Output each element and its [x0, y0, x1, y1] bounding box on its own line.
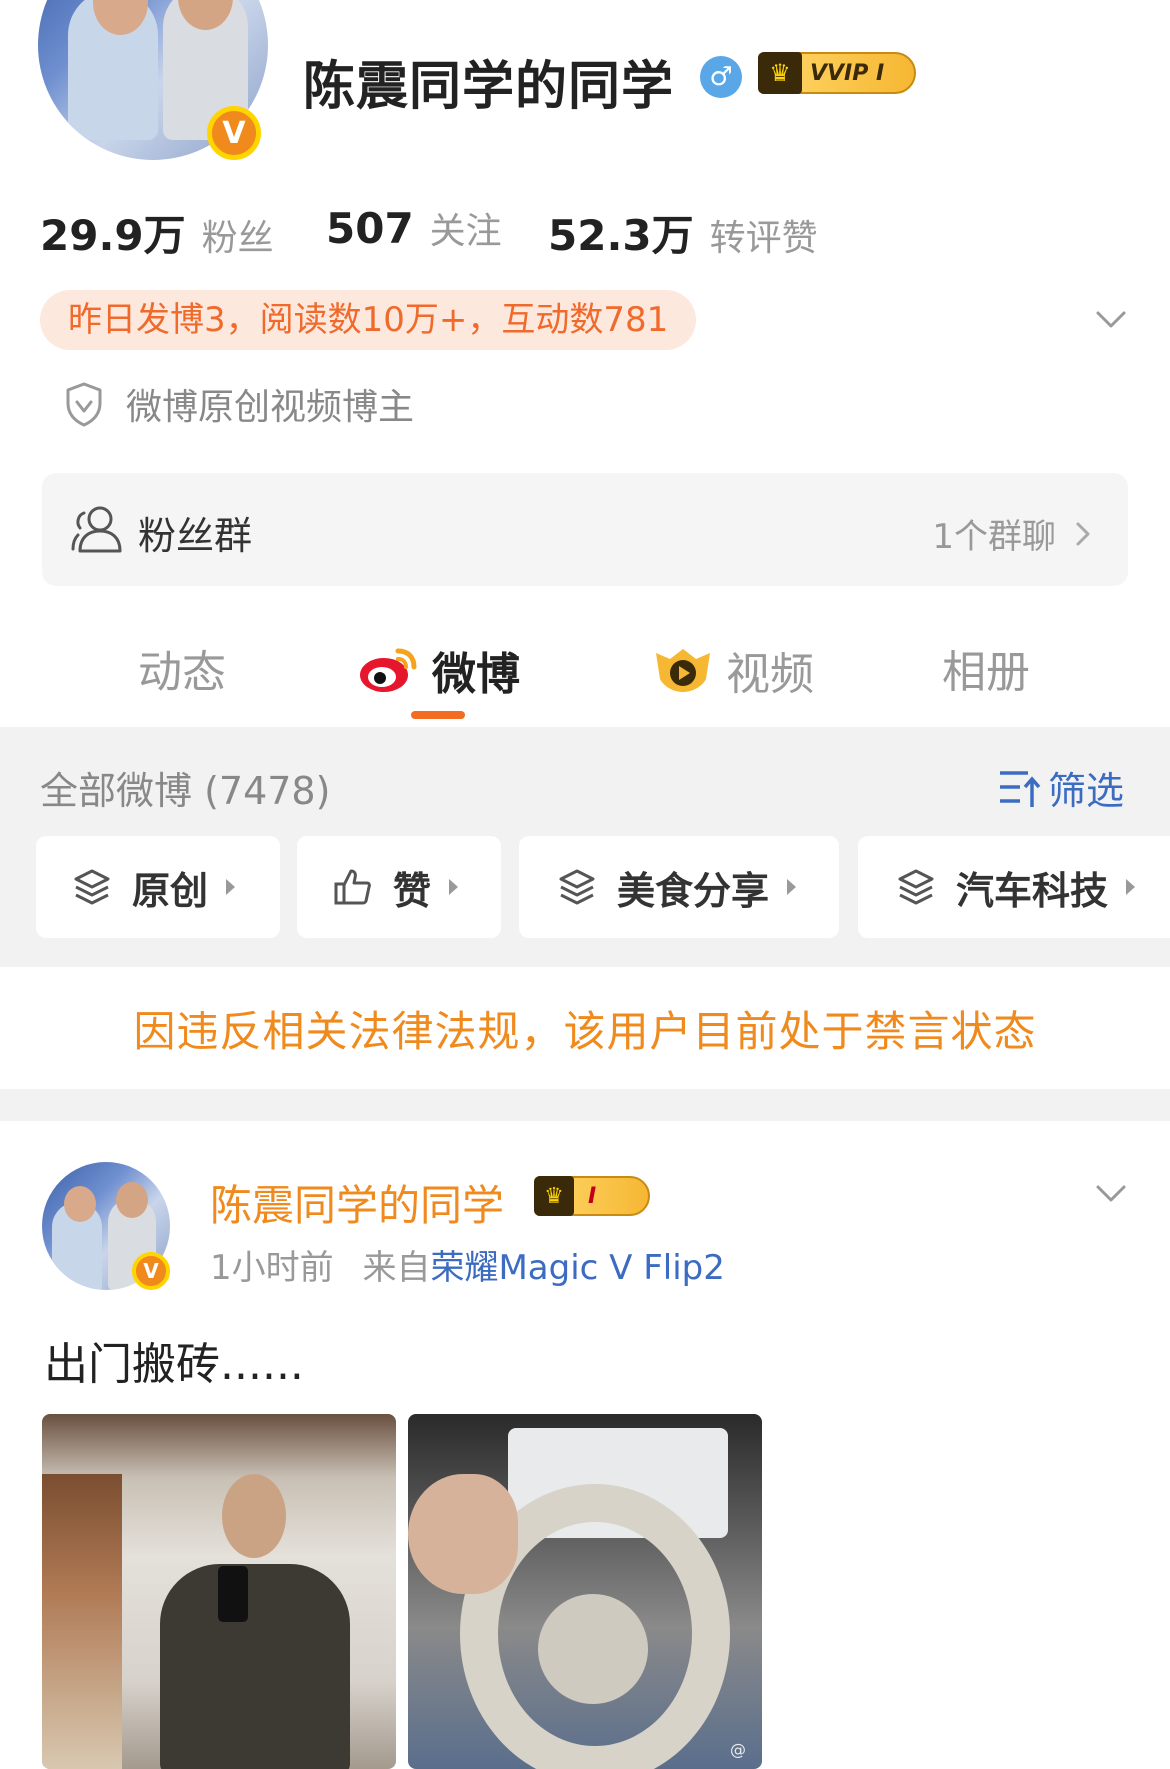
tab-album[interactable]: 相册	[942, 636, 1030, 700]
shield-check-icon	[66, 382, 102, 427]
stat-interactions[interactable]: 52.3万 转评赞	[548, 202, 818, 263]
vip-level-label: I	[588, 1183, 597, 1209]
chip-label: 汽车科技	[956, 868, 1109, 913]
chevron-down-icon[interactable]	[1094, 1176, 1128, 1210]
verified-v-icon: V	[132, 1252, 170, 1290]
post-vip-badge[interactable]: ♛ I	[534, 1176, 650, 1216]
stat-followers[interactable]: 29.9万 粉丝	[40, 202, 274, 263]
stat-label: 关注	[429, 211, 502, 252]
post-source-device[interactable]: 荣耀Magic V Flip2	[430, 1248, 724, 1288]
tab-weibo[interactable]: 微博	[358, 638, 520, 702]
vip-crown-icon: ♛	[758, 52, 802, 94]
video-play-icon	[656, 649, 710, 692]
vip-badge[interactable]: ♛ VVIP I	[758, 52, 916, 94]
fan-group-card[interactable]: 粉丝群 1个群聊	[42, 473, 1128, 586]
vip-level-label: VVIP I	[810, 60, 885, 86]
caret-right-icon	[787, 879, 797, 895]
section-divider	[0, 1089, 1170, 1121]
post-text: 出门搬砖......	[44, 1339, 304, 1390]
chip-label: 赞	[393, 868, 432, 913]
post-image-1[interactable]	[42, 1414, 396, 1769]
filter-button[interactable]: 筛选	[998, 760, 1124, 815]
profile-name: 陈震同学的同学	[303, 57, 675, 117]
post-meta: 1小时前 来自荣耀Magic V Flip2	[210, 1240, 725, 1289]
chip-original[interactable]: 原创	[36, 836, 280, 938]
layers-icon	[898, 869, 934, 905]
verified-v-icon: V	[207, 106, 261, 160]
active-tab-indicator	[411, 711, 465, 719]
thumbs-up-icon	[334, 869, 371, 905]
filter-label: 筛选	[1047, 769, 1124, 813]
chip-label: 原创	[132, 868, 209, 913]
caret-right-icon	[226, 879, 236, 895]
group-users-icon	[71, 506, 122, 553]
tab-video[interactable]: 视频	[652, 638, 814, 702]
ban-notice: 因违反相关法律法规，该用户目前处于禁言状态	[0, 967, 1170, 1089]
weibo-logo-icon	[360, 648, 417, 692]
image-watermark: @	[730, 1740, 746, 1759]
post-time: 1小时前	[210, 1248, 334, 1288]
post-author-name[interactable]: 陈震同学的同学	[210, 1172, 504, 1233]
chip-label: 美食分享	[617, 868, 770, 913]
stat-label: 粉丝	[201, 218, 274, 259]
tab-dynamic[interactable]: 动态	[138, 636, 226, 700]
fan-group-label: 粉丝群	[138, 514, 253, 558]
tab-weibo-label: 微博	[432, 649, 520, 700]
filter-sort-icon	[999, 770, 1041, 807]
creator-tag[interactable]: 微博原创视频博主	[64, 378, 414, 430]
caret-right-icon	[449, 879, 459, 895]
all-weibo-count: 全部微博 (7478)	[40, 769, 331, 813]
post-image-2[interactable]: @	[408, 1414, 762, 1769]
stat-value: 29.9万	[40, 211, 186, 260]
fan-group-count: 1个群聊	[932, 517, 1056, 557]
chip-auto-tech[interactable]: 汽车科技	[858, 836, 1170, 938]
layers-icon	[74, 869, 110, 905]
activity-summary[interactable]: 昨日发博3，阅读数10万+，互动数781	[40, 290, 697, 350]
stat-value: 507	[326, 204, 414, 253]
stat-label: 转评赞	[709, 218, 818, 259]
layers-icon	[559, 869, 595, 905]
ban-notice-text: 因违反相关法律法规，该用户目前处于禁言状态	[133, 1006, 1037, 1056]
stat-value: 52.3万	[548, 211, 694, 260]
post-from-prefix: 来自	[362, 1248, 431, 1288]
creator-label: 微博原创视频博主	[126, 387, 415, 428]
chip-food[interactable]: 美食分享	[519, 836, 839, 938]
chevron-down-icon[interactable]	[1094, 302, 1128, 336]
gender-male-icon: ♂	[700, 56, 742, 98]
stat-following[interactable]: 507 关注	[326, 202, 502, 254]
chip-like[interactable]: 赞	[297, 836, 501, 938]
vip-crown-icon: ♛	[534, 1176, 574, 1216]
caret-right-icon	[1126, 879, 1136, 895]
tab-video-label: 视频	[726, 649, 814, 700]
chevron-right-icon	[1076, 522, 1090, 545]
